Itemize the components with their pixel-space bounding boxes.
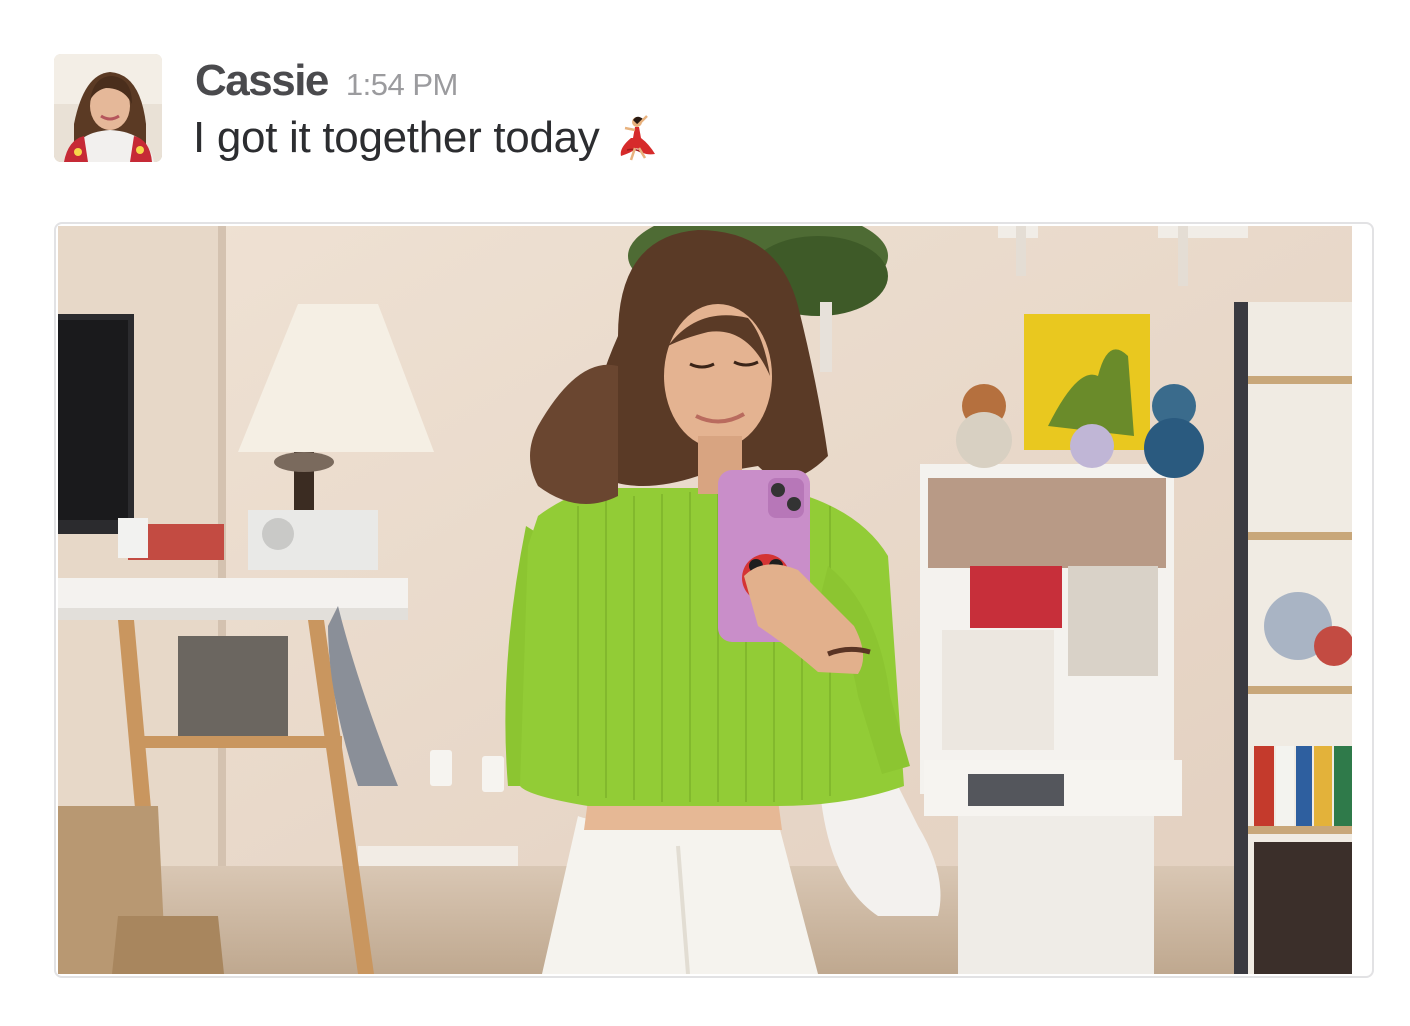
dancer-emoji <box>611 114 659 162</box>
chat-message: Cassie 1:54 PM I got it together today <box>0 0 1410 1026</box>
sender-name[interactable]: Cassie <box>195 56 329 106</box>
avatar-image <box>54 54 162 162</box>
mirror-selfie-photo <box>58 226 1352 974</box>
attachment-photo[interactable] <box>58 226 1352 974</box>
message-text: I got it together today <box>193 113 600 162</box>
avatar[interactable] <box>54 54 162 162</box>
image-attachment[interactable] <box>54 222 1374 978</box>
message-header: Cassie 1:54 PM <box>195 56 458 106</box>
message-timestamp[interactable]: 1:54 PM <box>346 67 458 103</box>
message-body: I got it together today <box>193 113 659 163</box>
